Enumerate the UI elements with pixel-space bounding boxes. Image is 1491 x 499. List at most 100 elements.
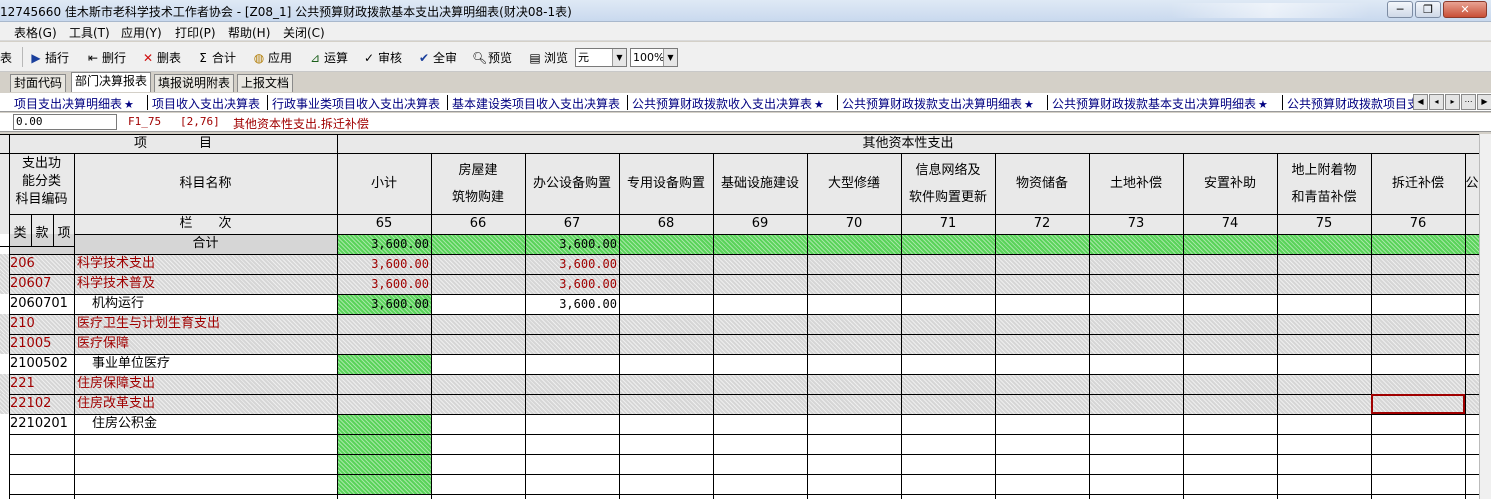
subtab-fiscal-income[interactable]: 公共预算财政拨款收入支出决算表 ★ [632, 95, 824, 111]
subtab-project-expense[interactable]: 项目支出决算明细表 ★ [14, 95, 134, 111]
delete-row-button[interactable]: ⇤ 删行 [86, 49, 126, 66]
subject-name-header: 科目名称 [179, 176, 232, 191]
sum-button[interactable]: Σ 合计 [196, 49, 236, 66]
row-name[interactable]: 机构运行 [74, 294, 337, 314]
row-subtotal-value[interactable] [337, 374, 431, 394]
unit-select[interactable]: 元 ▼ [575, 48, 627, 67]
total-subtotal-value[interactable]: 3,600.00 [337, 234, 431, 254]
row-subtotal-value[interactable] [337, 354, 431, 374]
star-icon: ★ [124, 98, 134, 111]
full-audit-button[interactable]: ✔ 全审 [417, 49, 457, 66]
grid-line [74, 214, 1479, 215]
tab-more-icon[interactable]: ⋯ [1461, 94, 1476, 110]
tab-next-icon[interactable]: ▸ [1445, 94, 1460, 110]
grid-line [0, 153, 1479, 154]
total-office-value[interactable]: 3,600.00 [525, 234, 619, 254]
row-office-value[interactable] [525, 414, 619, 434]
total-building-cell[interactable] [431, 234, 525, 254]
tab-last-icon[interactable]: ▶ [1477, 94, 1491, 110]
row-subtotal-value[interactable] [337, 334, 431, 354]
row-code[interactable]: 206 [9, 254, 74, 274]
grid-line [995, 153, 996, 499]
subtab-project-income[interactable]: 项目收入支出决算表 [152, 95, 260, 111]
empty-subtotal-cell[interactable] [337, 454, 431, 474]
empty-subtotal-cell[interactable] [337, 434, 431, 454]
row-name[interactable]: 医疗卫生与计划生育支出 [74, 314, 337, 334]
row-name[interactable]: 医疗保障 [74, 334, 337, 354]
menu-help[interactable]: 帮助(H) [228, 24, 270, 41]
tab-cover-code[interactable]: 封面代码 [10, 74, 67, 92]
column-number [1465, 214, 1479, 234]
row-code[interactable]: 20607 [9, 274, 74, 294]
row-name[interactable]: 住房公积金 [74, 414, 337, 434]
row-name[interactable]: 科学技术支出 [74, 254, 337, 274]
total-rest-cell[interactable] [619, 234, 1479, 254]
row-code[interactable]: 21005 [9, 334, 74, 354]
selected-cell[interactable] [1371, 394, 1465, 414]
menu-table[interactable]: 表格(G) [14, 24, 57, 41]
row-code[interactable]: 210 [9, 314, 74, 334]
menu-close[interactable]: 关闭(C) [283, 24, 325, 41]
subtab-admin-project[interactable]: 行政事业类项目收入支出决算表 [272, 95, 440, 111]
toolbar-partial-label[interactable]: 表 [0, 49, 12, 66]
menu-tools[interactable]: 工具(T) [69, 24, 110, 41]
row-name[interactable]: 事业单位医疗 [74, 354, 337, 374]
zoom-select[interactable]: 100% ▼ [630, 48, 678, 67]
row-office-value[interactable]: 3,600.00 [525, 274, 619, 294]
browse-button[interactable]: ▤ 浏览 [528, 49, 568, 66]
row-code[interactable]: 221 [9, 374, 74, 394]
restore-button[interactable]: ❐ [1415, 1, 1441, 18]
insert-row-button[interactable]: ▶ 插行 [29, 49, 69, 66]
row-code[interactable]: 2100502 [9, 354, 74, 374]
audit-button[interactable]: ✓ 审核 [362, 49, 402, 66]
report-grid[interactable]: 项 目 其他资本性支出 支出功 能分类 科目编码 科目名称 小计 65 房屋建 筑物购建 66… [0, 134, 1491, 499]
vertical-scrollbar[interactable] [1479, 134, 1491, 499]
tab-upload-docs[interactable]: 上报文档 [237, 74, 294, 92]
row-office-value[interactable] [525, 374, 619, 394]
row-subtotal-value[interactable]: 3,600.00 [337, 294, 431, 314]
row-subtotal-value[interactable]: 3,600.00 [337, 254, 431, 274]
grid-line [74, 153, 75, 499]
row-code[interactable]: 2060701 [9, 294, 74, 314]
apply-button[interactable]: ◍ 应用 [252, 49, 292, 66]
subtab-basic-expense-detail[interactable]: 公共预算财政拨款基本支出决算明细表 ★ [1052, 95, 1268, 111]
row-office-value[interactable] [525, 394, 619, 414]
column-header: 安置补助 [1203, 176, 1256, 191]
subtab-capital-project[interactable]: 基本建设类项目收入支出决算表 [452, 95, 620, 111]
row-name[interactable]: 科学技术普及 [74, 274, 337, 294]
row-code[interactable]: 22102 [9, 394, 74, 414]
menu-print[interactable]: 打印(P) [175, 24, 216, 41]
row-code[interactable]: 2210201 [9, 414, 74, 434]
tab-filling-notes[interactable]: 填报说明附表 [154, 74, 235, 92]
close-button[interactable]: ✕ [1443, 1, 1487, 18]
preview-button[interactable]: 🔍︎ 预览 [472, 49, 512, 66]
tab-department-report[interactable]: 部门决算报表 [71, 72, 152, 92]
column-header: 办公设备购置 [532, 176, 611, 191]
row-name[interactable]: 住房改革支出 [74, 394, 337, 414]
row-subtotal-value[interactable] [337, 414, 431, 434]
subtab-fiscal-expense-detail[interactable]: 公共预算财政拨款支出决算明细表 ★ [842, 95, 1034, 111]
cell-value-input[interactable]: 0.00 [13, 114, 117, 130]
empty-subtotal-cell[interactable] [337, 474, 431, 494]
delete-row-icon: ⇤ [87, 50, 99, 65]
row-subtotal-value[interactable]: 3,600.00 [337, 274, 431, 294]
subtab-fiscal-project[interactable]: 公共预算财政拨款项目支 [1287, 95, 1415, 111]
minimize-button[interactable]: ─ [1387, 1, 1413, 18]
tab-first-icon[interactable]: ◀ [1413, 94, 1428, 110]
tab-prev-icon[interactable]: ◂ [1429, 94, 1444, 110]
row-office-value[interactable]: 3,600.00 [525, 294, 619, 314]
cell-coordinate: [2,76] [180, 115, 220, 128]
row-office-value[interactable] [525, 314, 619, 334]
column-header: 大型修缮 [827, 176, 880, 191]
row-office-value[interactable] [525, 354, 619, 374]
grid-line [9, 394, 1479, 395]
delete-table-button[interactable]: ✕ 删表 [141, 49, 181, 66]
row-name[interactable]: 住房保障支出 [74, 374, 337, 394]
menu-apply[interactable]: 应用(Y) [121, 24, 162, 41]
row-office-value[interactable] [525, 334, 619, 354]
grid-line [9, 354, 1479, 355]
row-subtotal-value[interactable] [337, 314, 431, 334]
row-office-value[interactable]: 3,600.00 [525, 254, 619, 274]
row-subtotal-value[interactable] [337, 394, 431, 414]
calculate-button[interactable]: ⊿ 运算 [308, 49, 348, 66]
